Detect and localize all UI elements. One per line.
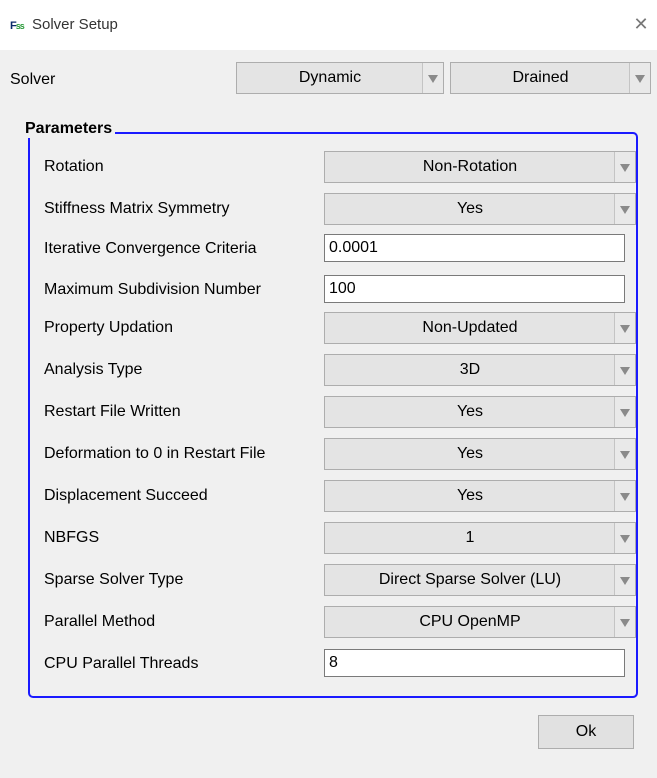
parallel-method-label: Parallel Method	[44, 613, 156, 630]
param-row-cpu-parallel-threads: CPU Parallel Threads	[0, 648, 657, 680]
chevron-down-icon[interactable]	[614, 152, 635, 182]
fss-app-icon: Fss	[10, 20, 25, 32]
rotation-value: Non-Rotation	[422, 158, 518, 175]
chevron-down-icon[interactable]	[614, 565, 635, 595]
deformation-restart-dropdown[interactable]: Yes	[324, 438, 636, 470]
cpu-parallel-threads-input[interactable]	[324, 649, 625, 677]
param-row-max-subdivision: Maximum Subdivision Number	[0, 274, 657, 306]
ok-button[interactable]: Ok	[538, 715, 634, 749]
chevron-down-icon[interactable]	[614, 439, 635, 469]
rotation-dropdown[interactable]: Non-Rotation	[324, 151, 636, 183]
property-updation-dropdown[interactable]: Non-Updated	[324, 312, 636, 344]
stiffness-symmetry-label: Stiffness Matrix Symmetry	[44, 200, 230, 217]
restart-file-written-label: Restart File Written	[44, 403, 181, 420]
chevron-down-icon[interactable]	[614, 355, 635, 385]
solver-label: Solver	[10, 71, 56, 88]
nbfgs-label: NBFGS	[44, 529, 100, 546]
property-updation-label: Property Updation	[44, 319, 173, 336]
param-row-displacement-succeed: Displacement Succeed Yes	[0, 480, 657, 512]
displacement-succeed-label: Displacement Succeed	[44, 487, 208, 504]
stiffness-symmetry-value: Yes	[456, 200, 484, 217]
param-row-convergence-criteria: Iterative Convergence Criteria	[0, 233, 657, 265]
deformation-restart-label: Deformation to 0 in Restart File	[44, 445, 266, 462]
restart-file-written-dropdown[interactable]: Yes	[324, 396, 636, 428]
title-bar: Fss Solver Setup ✕	[0, 0, 657, 50]
chevron-down-icon[interactable]	[629, 63, 650, 93]
param-row-stiffness-symmetry: Stiffness Matrix Symmetry Yes	[0, 193, 657, 225]
analysis-type-dropdown[interactable]: 3D	[324, 354, 636, 386]
sparse-solver-type-value: Direct Sparse Solver (LU)	[378, 571, 562, 588]
parallel-method-value: CPU OpenMP	[419, 613, 521, 630]
chevron-down-icon[interactable]	[422, 63, 443, 93]
param-row-parallel-method: Parallel Method CPU OpenMP	[0, 606, 657, 638]
nbfgs-value: 1	[465, 529, 475, 546]
property-updation-value: Non-Updated	[422, 319, 518, 336]
nbfgs-dropdown[interactable]: 1	[324, 522, 636, 554]
solver-drainage-dropdown[interactable]: Drained	[450, 62, 651, 94]
param-row-deformation-restart: Deformation to 0 in Restart File Yes	[0, 438, 657, 470]
param-row-property-updation: Property Updation Non-Updated	[0, 312, 657, 344]
restart-file-written-value: Yes	[456, 403, 484, 420]
stiffness-symmetry-dropdown[interactable]: Yes	[324, 193, 636, 225]
chevron-down-icon[interactable]	[614, 607, 635, 637]
max-subdivision-label: Maximum Subdivision Number	[44, 281, 261, 298]
sparse-solver-type-label: Sparse Solver Type	[44, 571, 184, 588]
cpu-parallel-threads-label: CPU Parallel Threads	[44, 655, 199, 672]
chevron-down-icon[interactable]	[614, 397, 635, 427]
chevron-down-icon[interactable]	[614, 481, 635, 511]
close-icon[interactable]: ✕	[629, 12, 653, 36]
solver-mode-dropdown[interactable]: Dynamic	[236, 62, 444, 94]
convergence-criteria-input[interactable]	[324, 234, 625, 262]
displacement-succeed-value: Yes	[456, 487, 484, 504]
parameters-group-title: Parameters	[22, 120, 116, 138]
chevron-down-icon[interactable]	[614, 523, 635, 553]
param-row-nbfgs: NBFGS 1	[0, 522, 657, 554]
rotation-label: Rotation	[44, 158, 104, 175]
solver-row: Solver Dynamic Drained	[0, 62, 657, 96]
convergence-criteria-label: Iterative Convergence Criteria	[44, 240, 257, 257]
max-subdivision-input[interactable]	[324, 275, 625, 303]
param-row-sparse-solver-type: Sparse Solver Type Direct Sparse Solver …	[0, 564, 657, 596]
solver-drainage-value: Drained	[512, 69, 569, 86]
param-row-rotation: Rotation Non-Rotation	[0, 151, 657, 183]
window-title: Solver Setup	[32, 16, 118, 33]
analysis-type-label: Analysis Type	[44, 361, 143, 378]
solver-setup-window: Fss Solver Setup ✕ Solver Dynamic Draine…	[0, 0, 657, 778]
param-row-restart-file-written: Restart File Written Yes	[0, 396, 657, 428]
chevron-down-icon[interactable]	[614, 313, 635, 343]
displacement-succeed-dropdown[interactable]: Yes	[324, 480, 636, 512]
analysis-type-value: 3D	[459, 361, 481, 378]
deformation-restart-value: Yes	[456, 445, 484, 462]
parallel-method-dropdown[interactable]: CPU OpenMP	[324, 606, 636, 638]
sparse-solver-type-dropdown[interactable]: Direct Sparse Solver (LU)	[324, 564, 636, 596]
chevron-down-icon[interactable]	[614, 194, 635, 224]
param-row-analysis-type: Analysis Type 3D	[0, 354, 657, 386]
solver-mode-value: Dynamic	[298, 69, 362, 86]
